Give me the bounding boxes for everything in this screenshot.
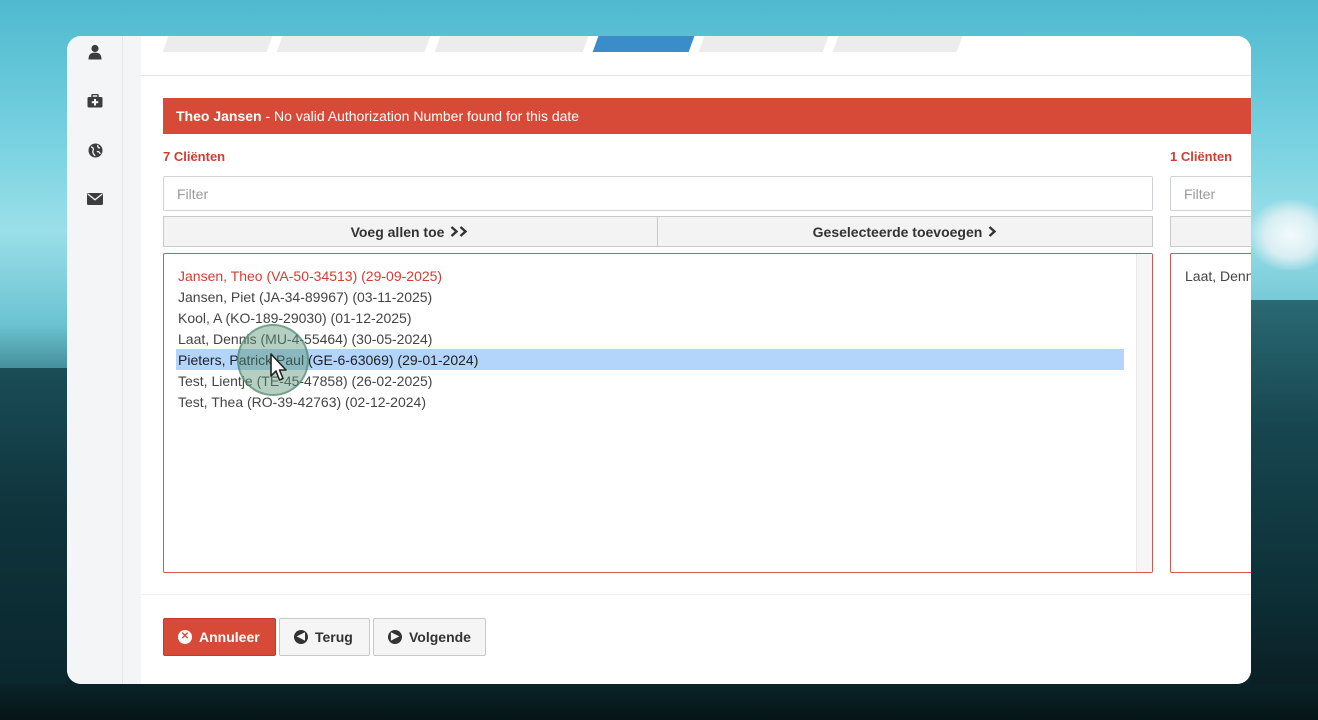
arrow-circle-right-icon: ▶ — [388, 630, 402, 644]
back-button[interactable]: ◀ Terug — [279, 618, 370, 656]
times-circle-icon: ✕ — [178, 630, 192, 644]
wizard-steps — [141, 36, 1251, 76]
alert-client-name: Theo Jansen — [176, 108, 262, 124]
background-ground — [0, 684, 1318, 720]
medkit-icon[interactable] — [85, 91, 105, 111]
add-selected-label: Geselecteerde toevoegen — [812, 223, 983, 240]
list-item[interactable]: Test, Thea (RO-39-42763) (02-12-2024) — [176, 391, 426, 412]
add-all-label: Voeg allen toe — [350, 223, 445, 240]
available-clients-count: 7 Cliënten — [163, 149, 226, 164]
wizard-step-3[interactable] — [434, 36, 592, 52]
arrow-circle-left-icon: ◀ — [294, 630, 308, 644]
wizard-step-5[interactable] — [698, 36, 832, 52]
list-item[interactable]: Laat, Denn — [1183, 265, 1251, 286]
available-filter-input[interactable] — [163, 176, 1153, 211]
background-cloud — [1250, 200, 1318, 270]
list-item[interactable]: Jansen, Piet (JA-34-89967) (03-11-2025) — [176, 286, 432, 307]
mouse-pointer-icon — [270, 353, 287, 381]
envelope-icon[interactable] — [85, 189, 105, 209]
sidebar — [67, 36, 123, 684]
list-scrollbar[interactable] — [1136, 254, 1152, 572]
alert-message: - No valid Authorization Number found fo… — [261, 108, 580, 124]
error-alert: Theo Jansen - No valid Authorization Num… — [163, 98, 1251, 134]
double-chevron-right-icon — [450, 224, 470, 240]
globe-icon[interactable] — [85, 140, 105, 160]
remove-buttons[interactable] — [1170, 216, 1251, 247]
background-hills-right — [1251, 300, 1318, 720]
left-action-buttons: Voeg allen toe Geselecteerde toevoegen — [163, 216, 1153, 247]
next-button[interactable]: ▶ Volgende — [373, 618, 486, 656]
wizard-step-6[interactable] — [832, 36, 966, 52]
chevron-right-icon — [988, 224, 997, 240]
selected-clients-count: 1 Cliënten — [1170, 149, 1233, 164]
available-clients-list[interactable]: Jansen, Theo (VA-50-34513) (29-09-2025) … — [163, 253, 1153, 573]
list-item[interactable]: Kool, A (KO-189-29030) (01-12-2025) — [176, 307, 411, 328]
wizard-step-1[interactable] — [162, 36, 276, 52]
add-all-button[interactable]: Voeg allen toe — [163, 216, 658, 247]
list-item[interactable]: Jansen, Theo (VA-50-34513) (29-09-2025) — [176, 265, 442, 286]
footer-divider — [141, 594, 1251, 595]
back-label: Terug — [315, 629, 353, 645]
wizard-step-2[interactable] — [276, 36, 434, 52]
cancel-button[interactable]: ✕ Annuleer — [163, 618, 276, 656]
list-item[interactable]: Pieters, Patrick Paul (GE-6-63069) (29-0… — [176, 349, 1124, 370]
selected-filter-input[interactable] — [1170, 176, 1251, 211]
sidebar-gutter — [123, 36, 141, 684]
add-selected-button[interactable]: Geselecteerde toevoegen — [658, 216, 1153, 247]
wizard-step-4-active[interactable] — [592, 36, 698, 52]
user-icon[interactable] — [85, 42, 105, 62]
next-label: Volgende — [409, 629, 471, 645]
selected-clients-list[interactable]: Laat, Denn — [1170, 253, 1251, 573]
cancel-label: Annuleer — [199, 629, 260, 645]
background-hills-left — [0, 368, 67, 720]
